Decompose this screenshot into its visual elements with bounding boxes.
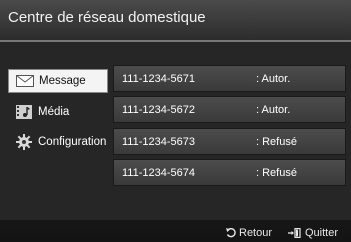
phone-number: 111-1234-5671 <box>122 73 195 85</box>
authorization-status: : Refusé <box>256 136 297 148</box>
list-item[interactable]: 111-1234-5674 : Refusé <box>113 159 346 186</box>
envelope-icon <box>15 74 35 88</box>
back-label: Retour <box>239 227 273 239</box>
sidebar-item-label: Configuration <box>38 136 107 148</box>
film-music-icon <box>14 105 34 119</box>
exit-label: Quitter <box>305 227 339 239</box>
phone-number: 111-1234-5674 <box>122 167 195 179</box>
footer-bar: Retour Quitter <box>0 222 351 242</box>
page-title: Centre de réseau domestique <box>8 9 206 26</box>
list-item[interactable]: 111-1234-5672 : Autor. <box>113 96 346 123</box>
gear-icon <box>14 134 34 150</box>
list-item[interactable]: 111-1234-5671 : Autor. <box>113 65 346 92</box>
exit-button[interactable]: Quitter <box>288 227 338 239</box>
sidebar-item-message[interactable]: Message <box>8 69 108 93</box>
sidebar-item-configuration[interactable]: Configuration <box>8 130 108 154</box>
phone-number: 111-1234-5673 <box>122 136 195 148</box>
list-item[interactable]: 111-1234-5673 : Refusé <box>113 128 346 155</box>
authorization-status: : Autor. <box>256 73 291 85</box>
sidebar-item-label: Média <box>38 106 70 118</box>
sidebar-item-media[interactable]: Média <box>8 100 108 124</box>
exit-icon <box>288 228 301 238</box>
return-arrow-icon <box>226 228 236 238</box>
title-bar: Centre de réseau domestique <box>0 0 351 40</box>
authorization-status: : Autor. <box>256 104 291 116</box>
authorization-status: : Refusé <box>256 167 297 179</box>
back-button[interactable]: Retour <box>226 227 272 239</box>
sidebar-item-label: Message <box>39 75 86 87</box>
phone-number: 111-1234-5672 <box>122 104 195 116</box>
home-network-screen: Centre de réseau domestique Message Médi… <box>0 0 351 242</box>
